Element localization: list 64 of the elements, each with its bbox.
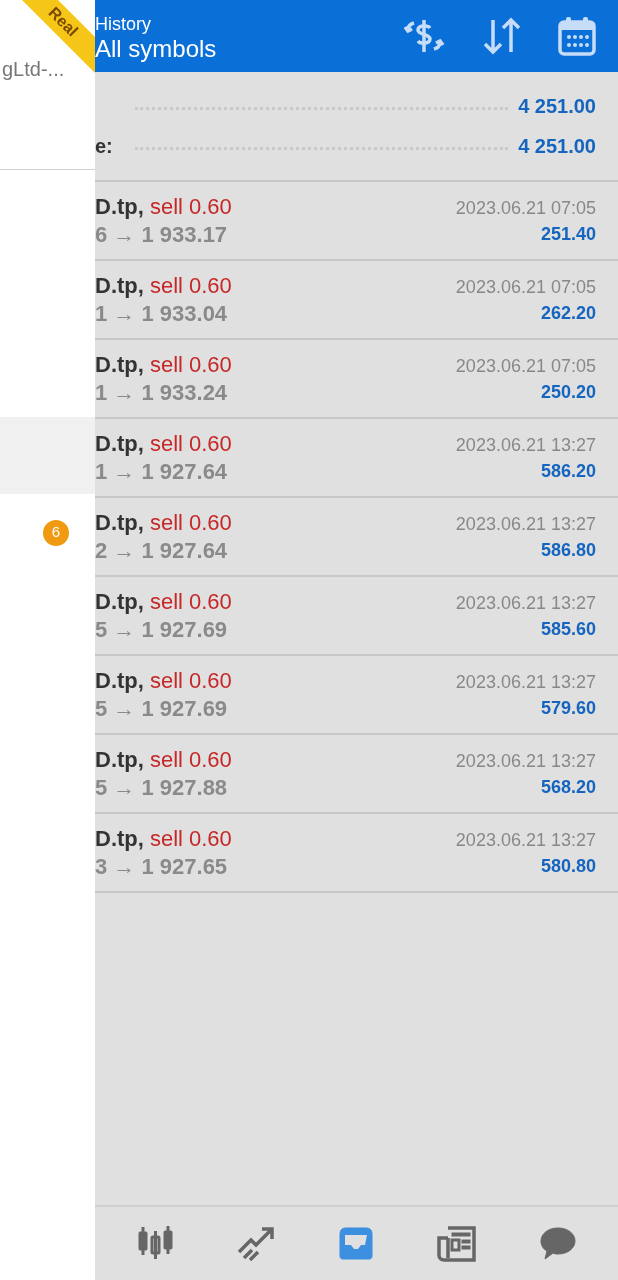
newspaper-icon[interactable]: [437, 1223, 478, 1264]
deal-symbol: D.tp,: [95, 824, 144, 853]
deal-symbol: D.tp,: [95, 745, 144, 774]
deal-type: sell 0.60: [149, 271, 232, 300]
sort-icon[interactable]: [482, 17, 522, 55]
deal-profit: 586.80: [540, 538, 596, 562]
deal-prices: 5 → 1 927.69: [95, 694, 229, 723]
deal-row[interactable]: D.tp, sell 0.60 6 → 1 933.17 2023.06.21 07:05 251.40: [95, 182, 618, 261]
deal-time: 2023.06.21 13:27: [455, 828, 596, 852]
deal-symbol: D.tp,: [95, 271, 144, 300]
screen-title: History: [95, 13, 152, 35]
deal-profit: 580.80: [540, 854, 596, 878]
summary-value: 4 251.00: [518, 134, 596, 159]
deal-row[interactable]: D.tp, sell 0.60 3 → 1 927.65 2023.06.21 13:27 580.80: [95, 814, 618, 893]
deal-type: sell 0.60: [149, 508, 232, 537]
deal-type: sell 0.60: [149, 824, 232, 853]
deal-row[interactable]: D.tp, sell 0.60 1 → 1 933.24 2023.06.21 07:05 250.20: [95, 340, 618, 419]
deal-row[interactable]: D.tp, sell 0.60 5 → 1 927.69 2023.06.21 13:27 585.60: [95, 577, 618, 656]
deal-symbol: D.tp,: [95, 429, 144, 458]
deal-row[interactable]: D.tp, sell 0.60 1 → 1 933.04 2023.06.21 07:05 262.20: [95, 261, 618, 340]
deal-prices: 1 → 1 933.24: [95, 378, 229, 407]
calendar-icon[interactable]: [558, 16, 596, 56]
deal-symbol: D.tp,: [95, 587, 144, 616]
deal-time: 2023.06.21 13:27: [455, 749, 596, 773]
deal-type: sell 0.60: [149, 192, 232, 221]
deal-profit: 579.60: [540, 696, 596, 720]
deal-type: sell 0.60: [149, 429, 232, 458]
filter-label[interactable]: All symbols: [95, 35, 402, 63]
deal-prices: 5 → 1 927.88: [95, 773, 229, 802]
deal-type: sell 0.60: [149, 350, 232, 379]
summary-value: 4 251.00: [518, 94, 596, 119]
count-badge: 6: [43, 519, 69, 546]
deal-time: 2023.06.21 07:05: [455, 275, 596, 299]
deal-profit: 262.20: [540, 301, 596, 325]
deal-prices: 6 → 1 933.17: [95, 220, 229, 249]
deal-type: sell 0.60: [149, 666, 232, 695]
deal-symbol: D.tp,: [95, 666, 144, 695]
summary-label: e:: [95, 134, 114, 159]
deal-row[interactable]: D.tp, sell 0.60 1 → 1 927.64 2023.06.21 13:27 586.20: [95, 419, 618, 498]
deal-prices: 1 → 1 933.04: [95, 299, 229, 328]
deal-symbol: D.tp,: [95, 192, 144, 221]
deal-symbol: D.tp,: [95, 350, 144, 379]
deal-time: 2023.06.21 13:27: [455, 670, 596, 694]
deal-row[interactable]: D.tp, sell 0.60 2 → 1 927.64 2023.06.21 13:27 586.80: [95, 498, 618, 577]
deal-symbol: D.tp,: [95, 508, 144, 537]
deal-time: 2023.06.21 13:27: [455, 433, 596, 457]
deal-profit: 568.20: [540, 775, 596, 799]
deal-prices: 5 → 1 927.69: [95, 615, 229, 644]
deal-profit: 251.40: [540, 222, 596, 246]
deal-time: 2023.06.21 13:27: [455, 512, 596, 536]
deal-row[interactable]: D.tp, sell 0.60 5 → 1 927.69 2023.06.21 13:27 579.60: [95, 656, 618, 735]
deal-prices: 3 → 1 927.65: [95, 852, 229, 881]
deal-prices: 2 → 1 927.64: [95, 536, 229, 565]
deal-type: sell 0.60: [149, 745, 232, 774]
deal-time: 2023.06.21 13:27: [455, 591, 596, 615]
deal-time: 2023.06.21 07:05: [455, 354, 596, 378]
deal-row[interactable]: D.tp, sell 0.60 5 → 1 927.88 2023.06.21 13:27 568.20: [95, 735, 618, 814]
deal-time: 2023.06.21 07:05: [455, 196, 596, 220]
deal-profit: 250.20: [540, 380, 596, 404]
deal-type: sell 0.60: [149, 587, 232, 616]
account-name: gLtd-...: [2, 57, 66, 82]
deal-profit: 585.60: [540, 617, 596, 641]
deal-prices: 1 → 1 927.64: [95, 457, 229, 486]
deal-profit: 586.20: [540, 459, 596, 483]
